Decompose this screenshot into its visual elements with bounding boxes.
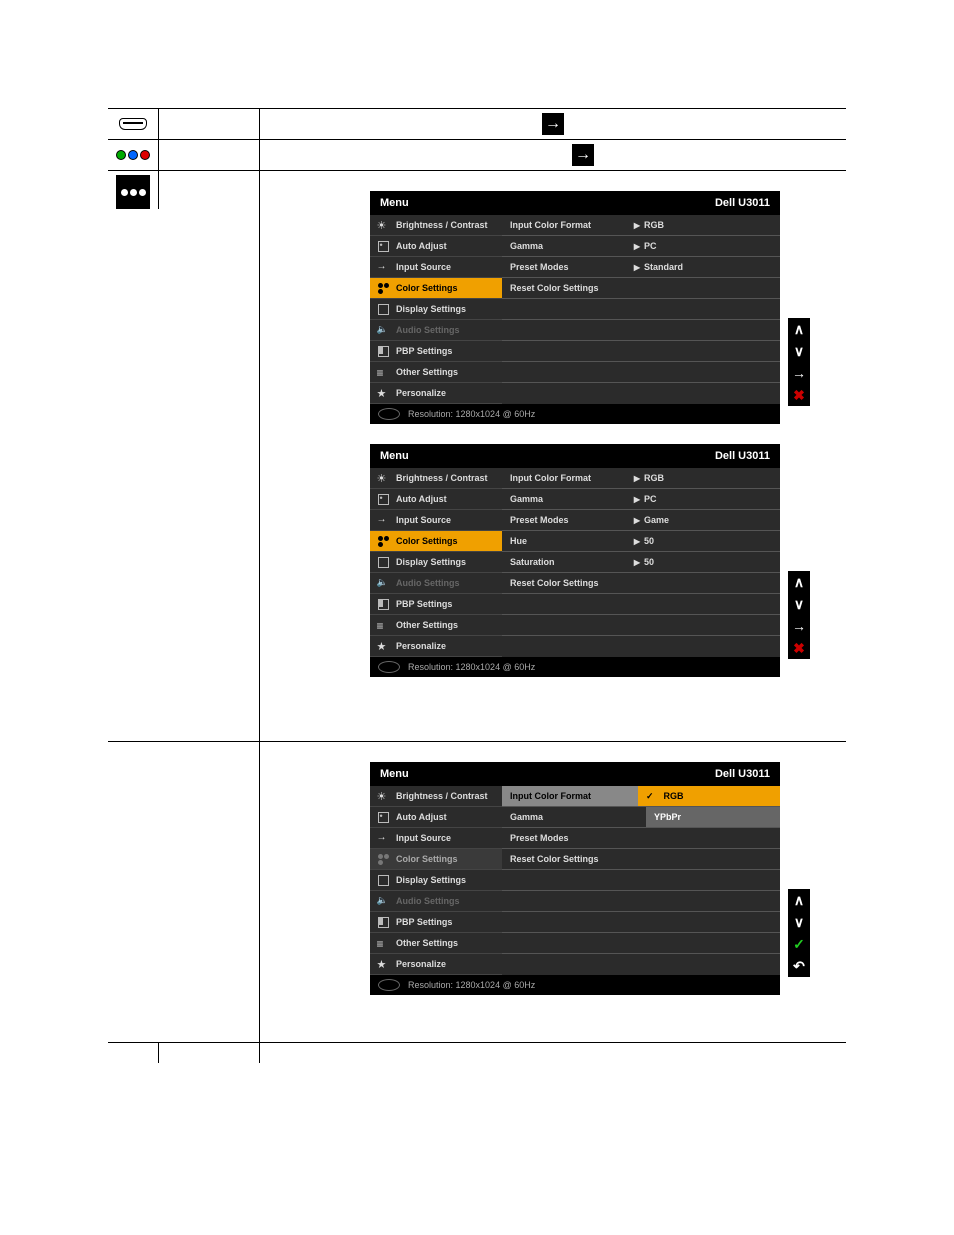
- osd-row-saturation[interactable]: Saturation▶50: [502, 552, 780, 573]
- resolution-label: Resolution: 1280x1024 @ 60Hz: [408, 980, 535, 990]
- osd-row-preset-modes[interactable]: Preset Modes▶Standard: [502, 257, 780, 278]
- osd-panel-3: Menu Dell U3011 Brightness / Contrast Au…: [370, 762, 846, 995]
- side-item-audio: Audio Settings: [370, 573, 502, 594]
- osd-submenu: Input Color Format ✓RGB Gamma YPbPr Pres…: [502, 786, 780, 975]
- menu-title: Menu: [380, 768, 409, 780]
- side-item-input[interactable]: Input Source: [370, 828, 502, 849]
- side-item-input[interactable]: Input Source: [370, 257, 502, 278]
- nav-up-button[interactable]: [788, 318, 810, 340]
- side-item-audio: Audio Settings: [370, 891, 502, 912]
- side-item-display[interactable]: Display Settings: [370, 870, 502, 891]
- resolution-label: Resolution: 1280x1024 @ 60Hz: [408, 409, 535, 419]
- menu-title: Menu: [380, 197, 409, 209]
- side-item-auto[interactable]: Auto Adjust: [370, 236, 502, 257]
- side-item-display[interactable]: Display Settings: [370, 299, 502, 320]
- nav-buttons: [788, 571, 810, 659]
- dell-logo-icon: [378, 408, 400, 420]
- side-item-pbp[interactable]: PBP Settings: [370, 341, 502, 362]
- osd-side-menu: Brightness / Contrast Auto Adjust Input …: [370, 468, 502, 657]
- nav-buttons: [788, 889, 810, 977]
- side-item-brightness[interactable]: Brightness / Contrast: [370, 786, 502, 807]
- arrow-right-icon[interactable]: →: [542, 113, 564, 135]
- side-item-auto[interactable]: Auto Adjust: [370, 489, 502, 510]
- osd-row-input-color-format[interactable]: Input Color Format▶RGB: [502, 468, 780, 489]
- nav-down-button[interactable]: [788, 911, 810, 933]
- side-item-color[interactable]: Color Settings: [370, 278, 502, 299]
- row-hdmi: →: [108, 109, 846, 140]
- color-settings-icon: [116, 175, 150, 209]
- nav-buttons: [788, 318, 810, 406]
- resolution-label: Resolution: 1280x1024 @ 60Hz: [408, 662, 535, 672]
- side-item-pbp[interactable]: PBP Settings: [370, 594, 502, 615]
- osd-side-menu: Brightness / Contrast Auto Adjust Input …: [370, 786, 502, 975]
- osd-row-input-color-format[interactable]: Input Color Format▶RGB: [502, 215, 780, 236]
- osd-panel-1: Menu Dell U3011 Brightness / Contrast Au…: [370, 191, 846, 424]
- osd-row-gamma[interactable]: Gamma YPbPr: [502, 807, 780, 828]
- osd-row-gamma[interactable]: Gamma▶PC: [502, 236, 780, 257]
- nav-back-button[interactable]: [788, 955, 810, 977]
- side-item-other[interactable]: Other Settings: [370, 615, 502, 636]
- osd-submenu: Input Color Format▶RGB Gamma▶PC Preset M…: [502, 215, 780, 404]
- nav-enter-button[interactable]: [788, 615, 810, 637]
- row-component: →: [108, 140, 846, 171]
- nav-down-button[interactable]: [788, 340, 810, 362]
- nav-up-button[interactable]: [788, 889, 810, 911]
- model-label: Dell U3011: [715, 768, 770, 780]
- nav-down-button[interactable]: [788, 593, 810, 615]
- arrow-right-icon[interactable]: →: [572, 144, 594, 166]
- osd-footer: Resolution: 1280x1024 @ 60Hz: [370, 404, 780, 424]
- section-color-settings: Menu Dell U3011 Brightness / Contrast Au…: [108, 171, 846, 742]
- side-item-input[interactable]: Input Source: [370, 510, 502, 531]
- osd-footer: Resolution: 1280x1024 @ 60Hz: [370, 657, 780, 677]
- side-item-personalize[interactable]: Personalize: [370, 383, 502, 404]
- side-item-brightness[interactable]: Brightness / Contrast: [370, 468, 502, 489]
- hdmi-icon: [108, 109, 159, 139]
- model-label: Dell U3011: [715, 450, 770, 462]
- side-item-color[interactable]: Color Settings: [370, 849, 502, 870]
- nav-up-button[interactable]: [788, 571, 810, 593]
- osd-row-input-color-format[interactable]: Input Color Format ✓RGB: [502, 786, 780, 807]
- osd-side-menu: Brightness / Contrast Auto Adjust Input …: [370, 215, 502, 404]
- menu-title: Menu: [380, 450, 409, 462]
- osd-submenu: Input Color Format▶RGB Gamma▶PC Preset M…: [502, 468, 780, 657]
- nav-enter-button[interactable]: [788, 362, 810, 384]
- section-input-color-format: Menu Dell U3011 Brightness / Contrast Au…: [108, 742, 846, 1043]
- side-item-brightness[interactable]: Brightness / Contrast: [370, 215, 502, 236]
- osd-row-reset[interactable]: Reset Color Settings: [502, 278, 780, 299]
- osd-row-gamma[interactable]: Gamma▶PC: [502, 489, 780, 510]
- nav-ok-button[interactable]: [788, 933, 810, 955]
- dell-logo-icon: [378, 979, 400, 991]
- side-item-personalize[interactable]: Personalize: [370, 954, 502, 975]
- osd-row-reset[interactable]: Reset Color Settings: [502, 849, 780, 870]
- nav-close-button[interactable]: [788, 637, 810, 659]
- osd-row-preset-modes[interactable]: Preset Modes: [502, 828, 780, 849]
- nav-close-button[interactable]: [788, 384, 810, 406]
- osd-footer: Resolution: 1280x1024 @ 60Hz: [370, 975, 780, 995]
- osd-row-hue[interactable]: Hue▶50: [502, 531, 780, 552]
- model-label: Dell U3011: [715, 197, 770, 209]
- osd-row-reset[interactable]: Reset Color Settings: [502, 573, 780, 594]
- side-item-other[interactable]: Other Settings: [370, 362, 502, 383]
- osd-panel-2: Menu Dell U3011 Brightness / Contrast Au…: [370, 444, 846, 677]
- side-item-color[interactable]: Color Settings: [370, 531, 502, 552]
- side-item-personalize[interactable]: Personalize: [370, 636, 502, 657]
- side-item-auto[interactable]: Auto Adjust: [370, 807, 502, 828]
- side-item-pbp[interactable]: PBP Settings: [370, 912, 502, 933]
- osd-row-preset-modes[interactable]: Preset Modes▶Game: [502, 510, 780, 531]
- side-item-audio: Audio Settings: [370, 320, 502, 341]
- side-item-display[interactable]: Display Settings: [370, 552, 502, 573]
- side-item-other[interactable]: Other Settings: [370, 933, 502, 954]
- dell-logo-icon: [378, 661, 400, 673]
- check-icon: ✓: [646, 791, 654, 802]
- component-icon: [108, 140, 159, 170]
